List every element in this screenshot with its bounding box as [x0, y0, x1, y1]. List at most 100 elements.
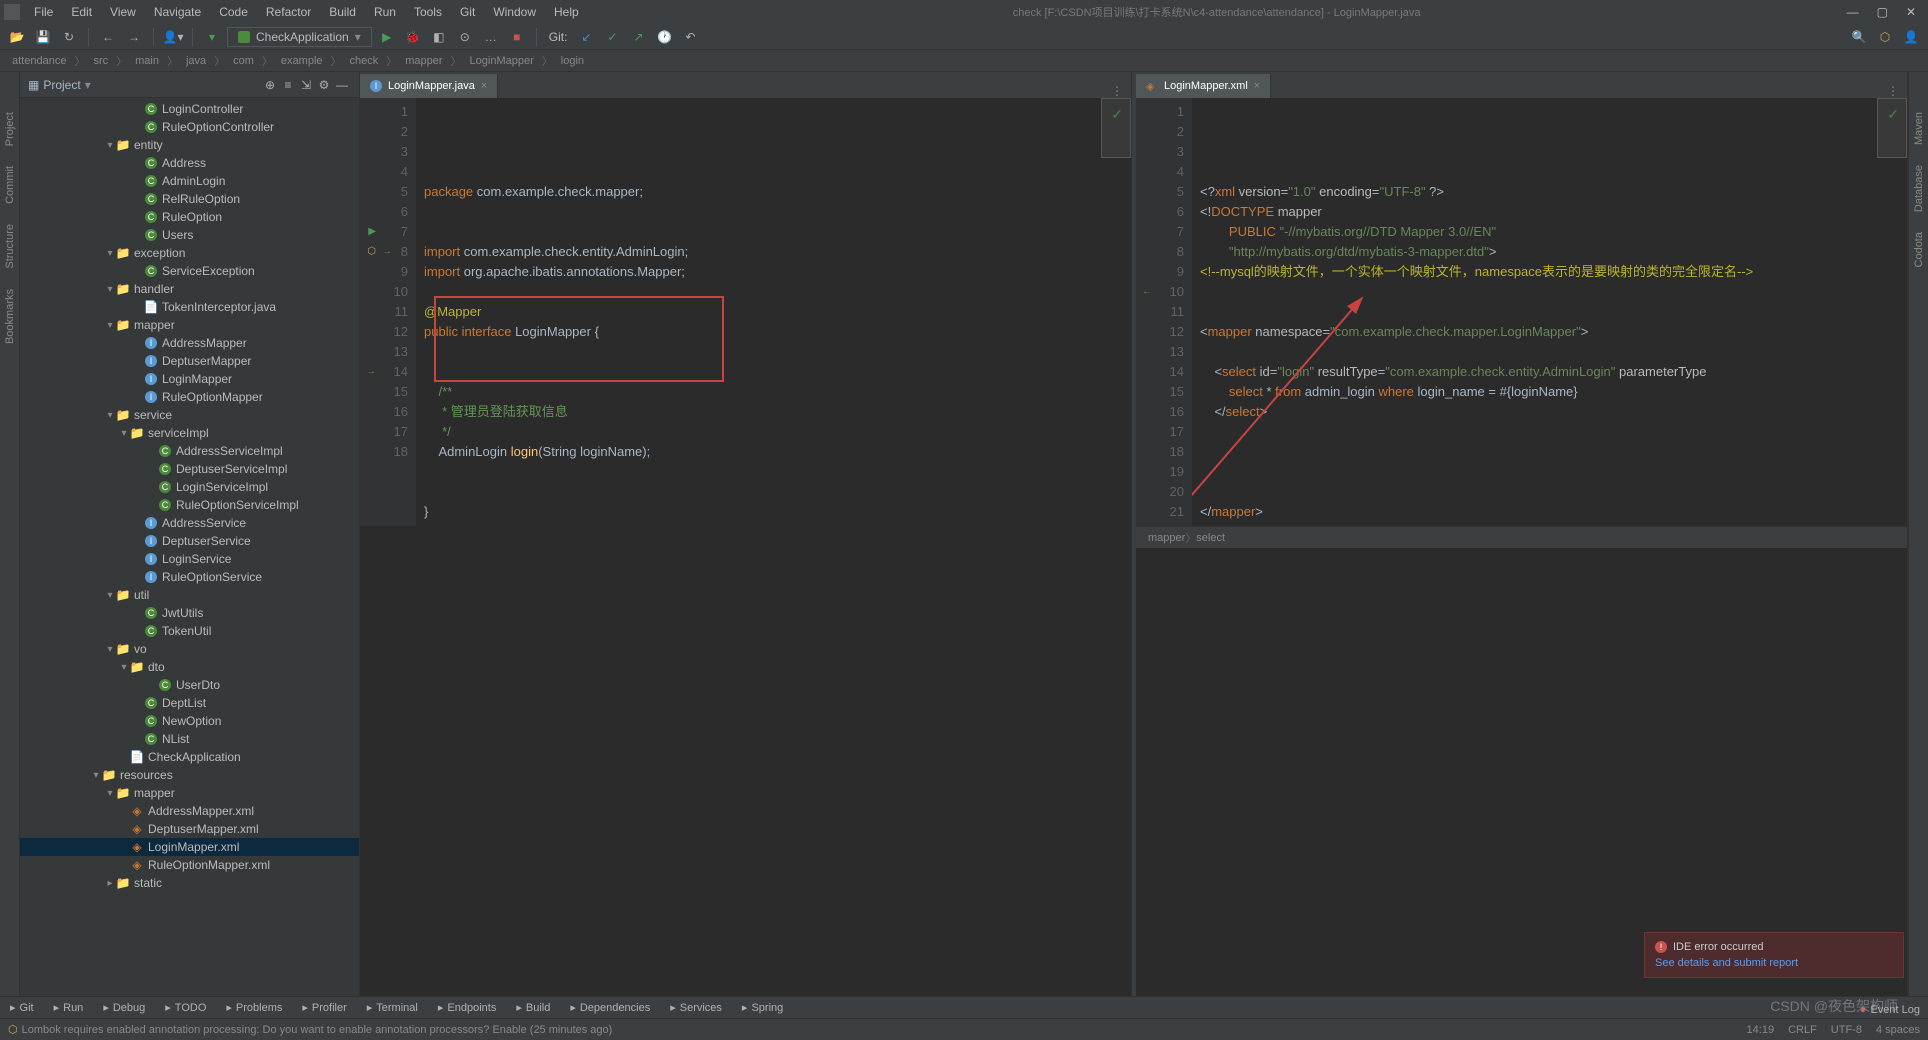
tree-item[interactable]: CUsers	[20, 226, 359, 244]
git-history-icon[interactable]: 🕐	[653, 26, 675, 48]
tree-item[interactable]: CRelRuleOption	[20, 190, 359, 208]
minimize-button[interactable]: —	[1847, 5, 1859, 19]
menu-help[interactable]: Help	[546, 3, 587, 21]
tree-item[interactable]: ◈LoginMapper.xml	[20, 838, 359, 856]
menu-refactor[interactable]: Refactor	[258, 3, 319, 21]
tree-item[interactable]: ▾📁exception	[20, 244, 359, 262]
tree-item[interactable]: ▸📁static	[20, 874, 359, 892]
ide-settings-icon[interactable]: ⬡	[1874, 26, 1896, 48]
menu-tools[interactable]: Tools	[406, 3, 450, 21]
status-item[interactable]: UTF-8	[1831, 1024, 1862, 1036]
tree-item[interactable]: ILoginMapper	[20, 370, 359, 388]
gear-icon[interactable]: ⚙	[315, 76, 333, 94]
event-log-button[interactable]: ●Event Log	[1860, 1004, 1920, 1016]
menu-view[interactable]: View	[102, 3, 144, 21]
tree-item[interactable]: IAddressService	[20, 514, 359, 532]
tree-item[interactable]: CLoginController	[20, 100, 359, 118]
project-tree[interactable]: CLoginControllerCRuleOptionController▾📁e…	[20, 98, 359, 996]
tab-close-icon[interactable]: ×	[1254, 80, 1260, 92]
gutter-nav-icon[interactable]: →	[362, 362, 376, 376]
attach-icon[interactable]: …	[480, 26, 502, 48]
tree-item[interactable]: IRuleOptionMapper	[20, 388, 359, 406]
tree-item[interactable]: CJwtUtils	[20, 604, 359, 622]
breadcrumb-item[interactable]: com	[229, 55, 258, 67]
run-config-select[interactable]: CheckApplication ▾	[227, 27, 372, 47]
tree-item[interactable]: ▾📁entity	[20, 136, 359, 154]
gutter-nav-icon[interactable]: →	[378, 242, 392, 256]
tree-item[interactable]: CTokenUtil	[20, 622, 359, 640]
breadcrumb-item[interactable]: login	[557, 55, 588, 67]
coverage-icon[interactable]: ◧	[428, 26, 450, 48]
toolwin-todo[interactable]: ▸TODO	[155, 997, 216, 1018]
git-push-icon[interactable]: ↗	[627, 26, 649, 48]
tree-item[interactable]: CDeptList	[20, 694, 359, 712]
tool-codota[interactable]: Codota	[1913, 232, 1925, 267]
breadcrumb-item[interactable]: mapper	[401, 55, 446, 67]
collapse-icon[interactable]: ⇲	[297, 76, 315, 94]
tree-item[interactable]: ▾📁serviceImpl	[20, 424, 359, 442]
tree-item[interactable]: ◈RuleOptionMapper.xml	[20, 856, 359, 874]
git-update-icon[interactable]: ↙	[575, 26, 597, 48]
tool-bookmarks[interactable]: Bookmarks	[4, 289, 16, 344]
gutter-run-icon[interactable]: ▶	[362, 222, 376, 236]
tree-item[interactable]: ILoginService	[20, 550, 359, 568]
avatar-icon[interactable]: 👤	[1900, 26, 1922, 48]
toolwin-build[interactable]: ▸Build	[506, 997, 560, 1018]
tool-database[interactable]: Database	[1913, 165, 1925, 212]
editor-tab[interactable]: ILoginMapper.java×	[360, 74, 498, 98]
tree-item[interactable]: 📄CheckApplication	[20, 748, 359, 766]
tree-item[interactable]: CAddress	[20, 154, 359, 172]
toolwin-dependencies[interactable]: ▸Dependencies	[560, 997, 660, 1018]
breadcrumb-item[interactable]: example	[277, 55, 327, 67]
tree-item[interactable]: IDeptuserMapper	[20, 352, 359, 370]
user-icon[interactable]: 👤▾	[162, 26, 184, 48]
tool-maven[interactable]: Maven	[1913, 112, 1925, 145]
tree-item[interactable]: IRuleOptionService	[20, 568, 359, 586]
status-item[interactable]: 4 spaces	[1876, 1024, 1920, 1036]
close-button[interactable]: ✕	[1906, 5, 1916, 19]
menu-file[interactable]: File	[26, 3, 61, 21]
tree-item[interactable]: ▾📁resources	[20, 766, 359, 784]
git-rollback-icon[interactable]: ↶	[679, 26, 701, 48]
breadcrumb-item[interactable]: check	[346, 55, 383, 67]
tree-item[interactable]: IAddressMapper	[20, 334, 359, 352]
tabs-more-icon[interactable]: ⋮	[1103, 84, 1131, 98]
maximize-button[interactable]: ▢	[1877, 5, 1888, 19]
toolwin-endpoints[interactable]: ▸Endpoints	[428, 997, 506, 1018]
git-commit-icon[interactable]: ✓	[601, 26, 623, 48]
run-icon[interactable]: ▶	[376, 26, 398, 48]
menu-edit[interactable]: Edit	[63, 3, 100, 21]
toolwin-problems[interactable]: ▸Problems	[216, 997, 292, 1018]
expand-icon[interactable]: ≡	[279, 76, 297, 94]
minimap[interactable]	[1101, 98, 1131, 158]
tab-close-icon[interactable]: ×	[481, 80, 487, 92]
toolwin-git[interactable]: ▸Git	[0, 997, 44, 1018]
notification-link[interactable]: See details and submit report	[1655, 957, 1893, 969]
stop-icon[interactable]: ■	[506, 26, 528, 48]
tree-item[interactable]: ▾📁handler	[20, 280, 359, 298]
tree-item[interactable]: ▾📁vo	[20, 640, 359, 658]
error-notification[interactable]: !IDE error occurred See details and subm…	[1644, 932, 1904, 978]
menu-run[interactable]: Run	[366, 3, 404, 21]
status-item[interactable]: 14:19	[1747, 1024, 1775, 1036]
debug-icon[interactable]: 🐞	[402, 26, 424, 48]
tree-item[interactable]: ◈AddressMapper.xml	[20, 802, 359, 820]
tree-item[interactable]: ▾📁service	[20, 406, 359, 424]
select-opened-icon[interactable]: ⊕	[261, 76, 279, 94]
build-icon[interactable]: ▾	[201, 26, 223, 48]
hide-icon[interactable]: —	[333, 76, 351, 94]
menu-build[interactable]: Build	[321, 3, 364, 21]
tree-item[interactable]: ◈DeptuserMapper.xml	[20, 820, 359, 838]
breadcrumb-item[interactable]: java	[182, 55, 210, 67]
back-icon[interactable]: ←	[97, 26, 119, 48]
tree-item[interactable]: CDeptuserServiceImpl	[20, 460, 359, 478]
breadcrumb-item[interactable]: attendance	[8, 55, 70, 67]
editor-tab[interactable]: ◈LoginMapper.xml×	[1136, 74, 1271, 98]
toolwin-profiler[interactable]: ▸Profiler	[292, 997, 356, 1018]
menu-window[interactable]: Window	[485, 3, 544, 21]
tree-item[interactable]: 📄TokenInterceptor.java	[20, 298, 359, 316]
tree-item[interactable]: ▾📁util	[20, 586, 359, 604]
toolwin-terminal[interactable]: ▸Terminal	[357, 997, 428, 1018]
open-icon[interactable]: 📂	[6, 26, 28, 48]
tree-item[interactable]: CAddressServiceImpl	[20, 442, 359, 460]
